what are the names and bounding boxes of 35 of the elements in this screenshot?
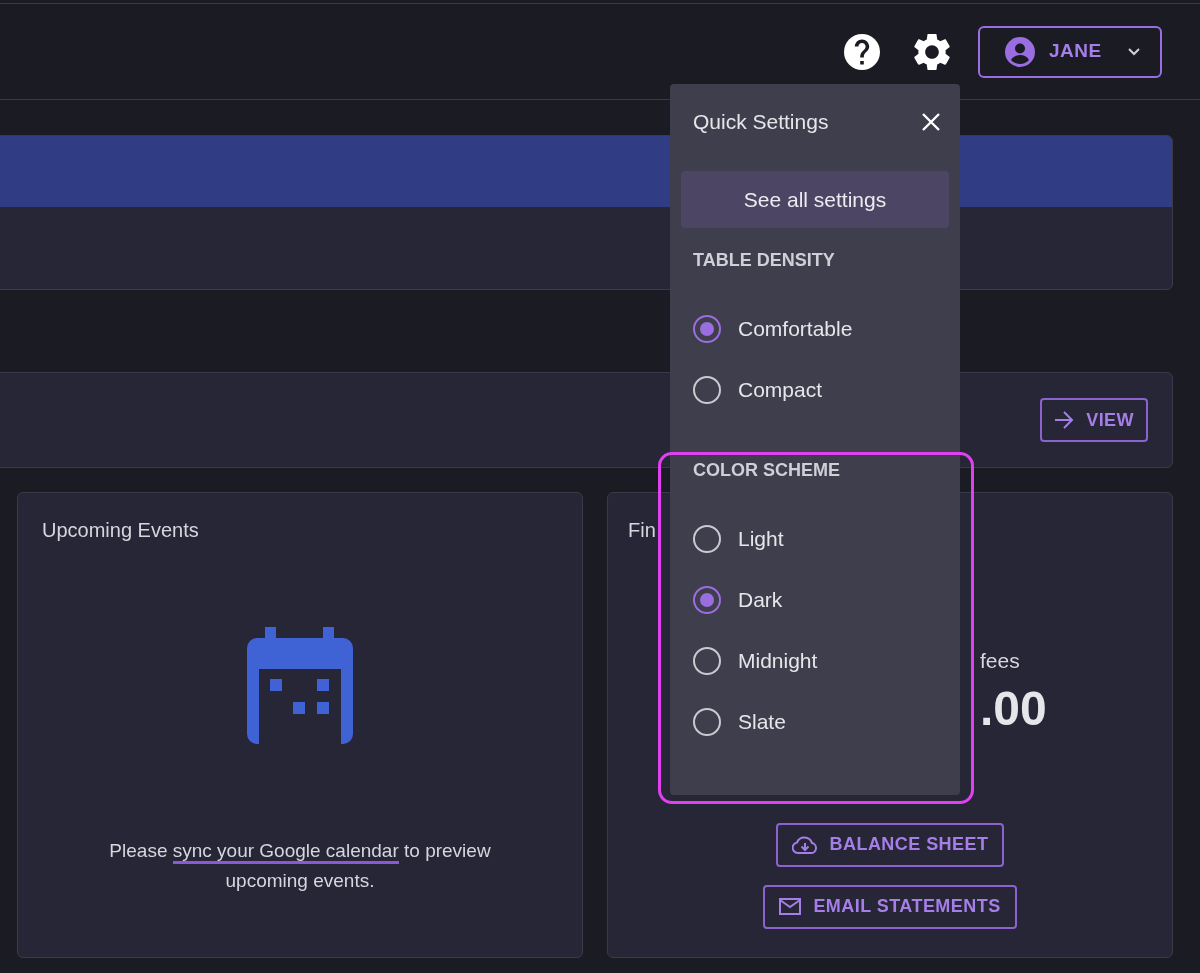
mail-icon bbox=[779, 898, 802, 915]
option-label: Dark bbox=[738, 586, 783, 613]
user-menu-button[interactable]: JANE bbox=[978, 25, 1162, 78]
close-icon[interactable] bbox=[922, 113, 940, 131]
option-label: Midnight bbox=[738, 647, 818, 674]
settings-icon[interactable] bbox=[914, 33, 950, 70]
arrow-right-icon bbox=[1054, 411, 1075, 429]
chevron-down-icon bbox=[1127, 47, 1140, 56]
option-label: Compact bbox=[738, 376, 823, 403]
radio-button[interactable] bbox=[693, 375, 721, 404]
view-button[interactable]: VIEW bbox=[1040, 398, 1148, 442]
sync-calendar-link[interactable]: sync your Google calendar bbox=[172, 840, 399, 864]
radio-button[interactable] bbox=[693, 585, 721, 614]
amount-value: .00 bbox=[980, 680, 1048, 737]
sync-message: Please sync your Google calendar to preview upcoming events. bbox=[108, 839, 492, 893]
option-label: Slate bbox=[738, 708, 786, 735]
section-heading: COLOR SCHEME bbox=[692, 459, 841, 482]
card-title: Upcoming Events bbox=[42, 518, 199, 543]
option-label: Comfortable bbox=[738, 315, 853, 342]
fees-label: fees bbox=[980, 648, 1021, 674]
radio-button[interactable] bbox=[693, 707, 721, 736]
radio-button[interactable] bbox=[693, 314, 721, 343]
card-title: Fin bbox=[628, 518, 656, 543]
section-heading: TABLE DENSITY bbox=[692, 249, 836, 272]
user-avatar-icon bbox=[1005, 36, 1035, 67]
radio-button[interactable] bbox=[693, 646, 721, 675]
popup-title: Quick Settings bbox=[693, 109, 829, 136]
help-icon[interactable] bbox=[844, 33, 880, 70]
radio-button[interactable] bbox=[693, 524, 721, 553]
calendar-icon bbox=[247, 627, 353, 744]
email-statements-button[interactable]: EMAIL STATEMENTS bbox=[763, 884, 1017, 929]
see-all-settings-button[interactable]: See all settings bbox=[681, 171, 949, 228]
cloud-download-icon bbox=[791, 834, 818, 855]
option-label: Light bbox=[738, 525, 784, 552]
balance-sheet-button[interactable]: BALANCE SHEET bbox=[775, 822, 1005, 867]
